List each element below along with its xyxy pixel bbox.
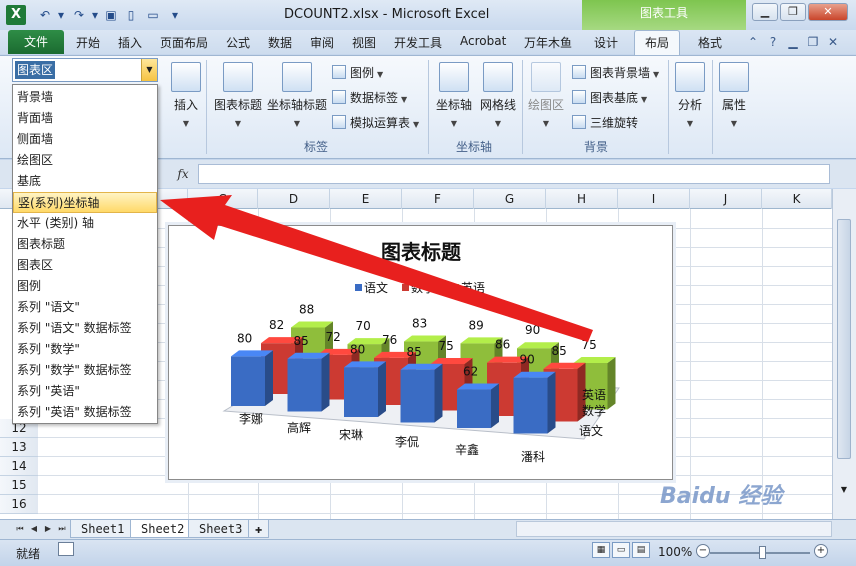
dropdown-item[interactable]: 基底	[13, 171, 157, 192]
next-sheet-icon[interactable]: ▶	[42, 522, 54, 536]
first-sheet-icon[interactable]: ⏮	[14, 522, 26, 536]
dropdown-item[interactable]: 图例	[13, 276, 157, 297]
sheet-tab-sheet1[interactable]: Sheet1	[70, 520, 136, 538]
red-arrow-icon	[160, 195, 593, 342]
dropdown-item[interactable]: 背面墙	[13, 108, 157, 129]
page-break-view-icon[interactable]: ▤	[632, 542, 650, 558]
vertical-scrollbar[interactable]: ▼	[832, 189, 856, 519]
dropdown-item[interactable]: 侧面墙	[13, 129, 157, 150]
watermark-logo: Baidu 经验	[660, 484, 783, 509]
zoom-in-icon[interactable]: +	[814, 544, 828, 558]
dropdown-item[interactable]: 背景墙	[13, 87, 157, 108]
dropdown-item[interactable]: 系列 "语文"	[13, 297, 157, 318]
dropdown-item[interactable]: 竖(系列)坐标轴	[13, 192, 157, 213]
dropdown-item[interactable]: 图表区	[13, 255, 157, 276]
sheet-tab-sheet3[interactable]: Sheet3	[188, 520, 254, 538]
prev-sheet-icon[interactable]: ◀	[28, 522, 40, 536]
dropdown-item[interactable]: 系列 "英语"	[13, 381, 157, 402]
dropdown-item[interactable]: 图表标题	[13, 234, 157, 255]
status-ready: 就绪	[16, 547, 41, 561]
zoom-slider-thumb[interactable]	[759, 546, 766, 559]
dropdown-item[interactable]: 系列 "英语" 数据标签	[13, 402, 157, 423]
dropdown-item[interactable]: 系列 "数学"	[13, 339, 157, 360]
scroll-thumb[interactable]	[837, 219, 851, 459]
normal-view-icon[interactable]: ▦	[592, 542, 610, 558]
macro-record-icon[interactable]	[58, 542, 74, 556]
zoom-out-icon[interactable]: −	[696, 544, 710, 558]
zoom-level[interactable]: 100%	[658, 545, 692, 559]
sheet-tab-sheet2[interactable]: Sheet2	[130, 520, 196, 538]
chart-element-dropdown-list[interactable]: 背景墙 背面墙 侧面墙 绘图区 基底 竖(系列)坐标轴 水平 (类别) 轴图表标题 图表区 图例…	[12, 84, 158, 424]
dropdown-item[interactable]: 绘图区	[13, 150, 157, 171]
dropdown-item[interactable]: 水平 (类别) 轴	[13, 213, 157, 234]
page-layout-view-icon[interactable]: ▭	[612, 542, 630, 558]
dropdown-item[interactable]: 系列 "数学" 数据标签	[13, 360, 157, 381]
dropdown-item[interactable]: 系列 "语文" 数据标签	[13, 318, 157, 339]
insert-sheet-icon[interactable]: ✚	[248, 520, 270, 538]
last-sheet-icon[interactable]: ⏭	[56, 522, 68, 536]
